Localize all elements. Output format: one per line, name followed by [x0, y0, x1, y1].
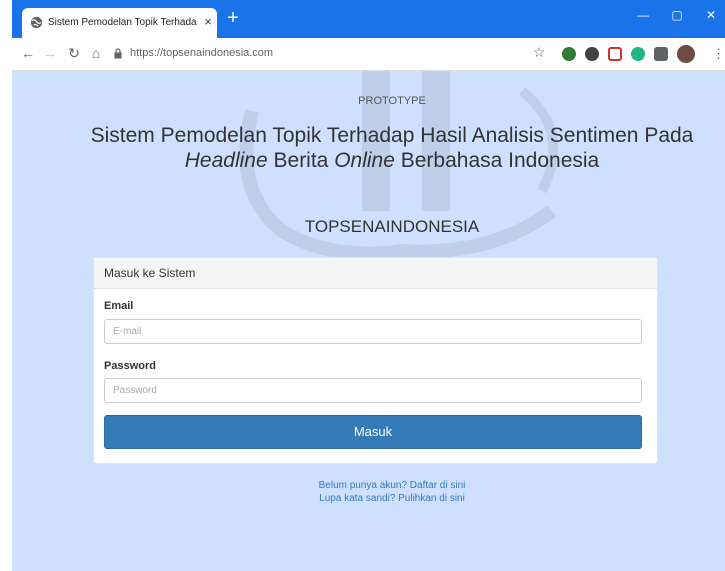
login-button[interactable]: Masuk: [104, 415, 642, 449]
password-field[interactable]: [104, 378, 642, 403]
close-window-button[interactable]: ✕: [694, 0, 725, 30]
browser-window: Sistem Pemodelan Topik Terhada × + — ▢ ✕…: [12, 0, 725, 571]
reload-icon[interactable]: ↻: [64, 43, 84, 63]
extension-leaf-icon[interactable]: [562, 47, 576, 61]
browser-toolbar: ← → ↻ ⌂ https://topsenaindonesia.com ☆ ⋮: [12, 38, 725, 71]
puzzle-extensions-icon[interactable]: [654, 47, 668, 61]
browser-tab[interactable]: Sistem Pemodelan Topik Terhada ×: [22, 8, 217, 38]
close-tab-icon[interactable]: ×: [201, 14, 215, 30]
login-panel: Masuk ke Sistem Email Password Masuk: [93, 257, 658, 464]
forward-arrow-icon[interactable]: →: [40, 43, 60, 63]
site-brand: TOPSENAINDONESIA: [304, 217, 480, 236]
email-field[interactable]: [104, 319, 642, 344]
address-bar[interactable]: https://topsenaindonesia.com: [108, 42, 538, 66]
prototype-label: PROTOTYPE: [358, 95, 426, 107]
minimize-button[interactable]: —: [626, 0, 660, 30]
login-panel-heading: Masuk ke Sistem: [94, 258, 657, 289]
title-text: Sistem Pemodelan Topik Terhadap Hasil An…: [90, 124, 694, 147]
bookmark-star-icon[interactable]: ☆: [530, 44, 548, 61]
back-arrow-icon[interactable]: ←: [18, 43, 38, 63]
title-text-2: Berita: [267, 149, 335, 172]
home-icon[interactable]: ⌂: [86, 43, 106, 63]
page-content: PROTOTYPE Sistem Pemodelan Topik Terhada…: [12, 71, 725, 571]
new-tab-button[interactable]: +: [222, 7, 244, 29]
email-label: Email: [104, 300, 134, 312]
page-title: Sistem Pemodelan Topik Terhadap Hasil An…: [72, 123, 712, 173]
title-emphasis-online: Online: [334, 149, 395, 172]
lock-icon: [114, 48, 122, 59]
url-text: https://topsenaindonesia.com: [130, 47, 274, 59]
maximize-button[interactable]: ▢: [660, 0, 694, 30]
grammarly-icon[interactable]: [631, 47, 645, 61]
title-text-3: Berbahasa Indonesia: [394, 149, 600, 172]
auth-links: Belum punya akun? Daftar di sini Lupa ka…: [12, 479, 725, 505]
globe-icon: [30, 16, 43, 29]
register-link[interactable]: Belum punya akun? Daftar di sini: [12, 479, 725, 492]
extension-circle-icon[interactable]: [585, 47, 599, 61]
login-heading-text: Masuk ke Sistem: [104, 266, 196, 280]
password-label: Password: [104, 360, 156, 372]
kebab-menu-icon[interactable]: ⋮: [712, 46, 725, 62]
forgot-password-link[interactable]: Lupa kata sandi? Pulihkan di sini: [12, 492, 725, 505]
tab-title: Sistem Pemodelan Topik Terhada: [48, 17, 197, 28]
profile-avatar[interactable]: [677, 45, 695, 63]
pocket-icon[interactable]: [608, 47, 622, 61]
tab-strip: Sistem Pemodelan Topik Terhada × + — ▢ ✕: [12, 0, 725, 38]
title-emphasis-headline: Headline: [184, 149, 268, 172]
